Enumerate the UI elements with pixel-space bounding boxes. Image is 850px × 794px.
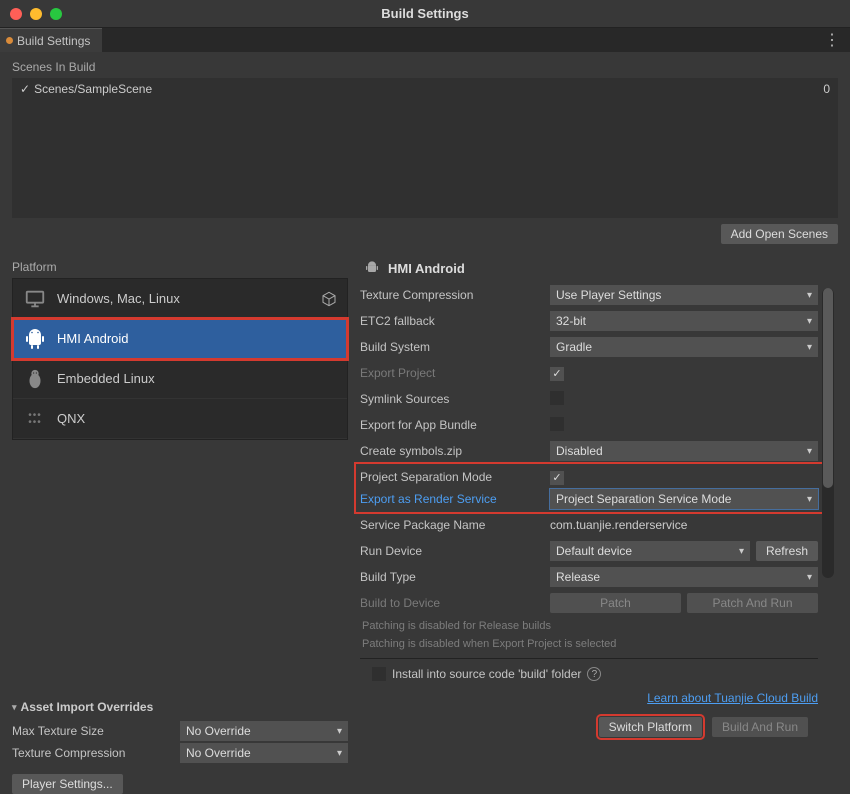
platform-label: Embedded Linux [57,371,155,386]
install-source-label: Install into source code 'build' folder [392,667,581,681]
penguin-icon [23,367,47,391]
platform-settings-panel: HMI Android Texture Compression Use Play… [360,260,838,794]
scene-name: Scenes/SampleScene [34,82,152,96]
player-settings-button[interactable]: Player Settings... [12,774,123,794]
tab-bar: Build Settings ⋮ [0,28,850,52]
create-symbols-dropdown[interactable]: Disabled [550,441,818,461]
minimize-window-button[interactable] [30,8,42,20]
traffic-lights [10,8,62,20]
etc2-fallback-dropdown[interactable]: 32-bit [550,311,818,331]
export-render-service-label: Export as Render Service [360,492,550,506]
create-symbols-label: Create symbols.zip [360,444,550,458]
asset-import-overrides: Asset Import Overrides Max Texture Size … [12,700,348,794]
window-title: Build Settings [10,6,840,21]
build-type-dropdown[interactable]: Release [550,567,818,587]
refresh-button[interactable]: Refresh [756,541,818,561]
export-project-label: Export Project [360,366,550,380]
check-icon: ✓ [20,82,30,96]
export-app-bundle-label: Export for App Bundle [360,418,550,432]
export-project-checkbox[interactable]: ✓ [550,367,564,381]
help-icon[interactable]: ? [587,667,601,681]
settings-scrollbar[interactable] [822,288,834,578]
tex-compress-dropdown[interactable]: No Override [180,743,348,763]
symlink-sources-checkbox[interactable] [550,391,564,405]
cube-icon [321,291,337,307]
platform-item-qnx[interactable]: •••••• QNX [13,399,347,439]
scene-row[interactable]: ✓ Scenes/SampleScene 0 [20,82,830,96]
patch-disabled-info-2: Patching is disabled when Export Project… [360,636,818,650]
build-and-run-button[interactable]: Build And Run [712,717,808,737]
maximize-window-button[interactable] [50,8,62,20]
etc2-fallback-label: ETC2 fallback [360,314,550,328]
tab-build-settings[interactable]: Build Settings [0,28,102,52]
switch-platform-button[interactable]: Switch Platform [599,717,702,737]
close-window-button[interactable] [10,8,22,20]
add-open-scenes-button[interactable]: Add Open Scenes [721,224,838,244]
patch-disabled-info-1: Patching is disabled for Release builds [360,618,818,632]
scenes-list[interactable]: ✓ Scenes/SampleScene 0 [12,78,838,218]
install-source-checkbox[interactable] [372,667,386,681]
build-system-dropdown[interactable]: Gradle [550,337,818,357]
tab-icon [6,37,13,44]
highlighted-separation-settings: Project Separation Mode ✓ Export as Rend… [356,464,822,512]
platform-item-embedded-linux[interactable]: Embedded Linux [13,359,347,399]
max-texture-dropdown[interactable]: No Override [180,721,348,741]
run-device-dropdown[interactable]: Default device [550,541,750,561]
titlebar: Build Settings [0,0,850,28]
texture-compression-dropdown[interactable]: Use Player Settings [550,285,818,305]
cloud-build-link[interactable]: Learn about Tuanjie Cloud Build [360,691,818,705]
build-system-label: Build System [360,340,550,354]
build-to-device-label: Build to Device [360,596,550,610]
tab-label: Build Settings [17,34,90,48]
export-app-bundle-checkbox[interactable] [550,417,564,431]
patch-button[interactable]: Patch [550,593,681,613]
overrides-header[interactable]: Asset Import Overrides [12,700,348,714]
android-icon [364,260,380,276]
run-device-label: Run Device [360,544,550,558]
service-package-value: com.tuanjie.renderservice [550,518,818,532]
platform-list: Windows, Mac, Linux HMI Android Embedded… [12,278,348,440]
texture-compression-label: Texture Compression [360,288,550,302]
symlink-sources-label: Symlink Sources [360,392,550,406]
platform-label: Windows, Mac, Linux [57,291,180,306]
platform-item-standalone[interactable]: Windows, Mac, Linux [13,279,347,319]
scenes-header: Scenes In Build [12,60,838,74]
scenes-panel: Scenes In Build ✓ Scenes/SampleScene 0 Ad… [0,52,850,254]
export-render-service-dropdown[interactable]: Project Separation Service Mode [550,489,818,509]
patch-and-run-button[interactable]: Patch And Run [687,593,818,613]
android-icon [23,327,47,351]
platform-header: Platform [12,260,348,274]
platform-label: QNX [57,411,85,426]
service-package-label: Service Package Name [360,518,550,532]
qnx-icon: •••••• [23,407,47,431]
platform-label: HMI Android [57,331,129,346]
monitor-icon [23,287,47,311]
scene-index: 0 [823,82,830,96]
project-separation-checkbox[interactable]: ✓ [550,471,564,485]
project-separation-label: Project Separation Mode [360,470,550,484]
overflow-menu-icon[interactable]: ⋮ [824,30,840,50]
platform-settings-title: HMI Android [388,261,465,276]
platform-settings-header: HMI Android [360,260,838,284]
max-texture-label: Max Texture Size [12,724,172,738]
platform-item-hmi-android[interactable]: HMI Android [13,319,347,359]
build-type-label: Build Type [360,570,550,584]
tex-compress-label: Texture Compression [12,746,172,760]
